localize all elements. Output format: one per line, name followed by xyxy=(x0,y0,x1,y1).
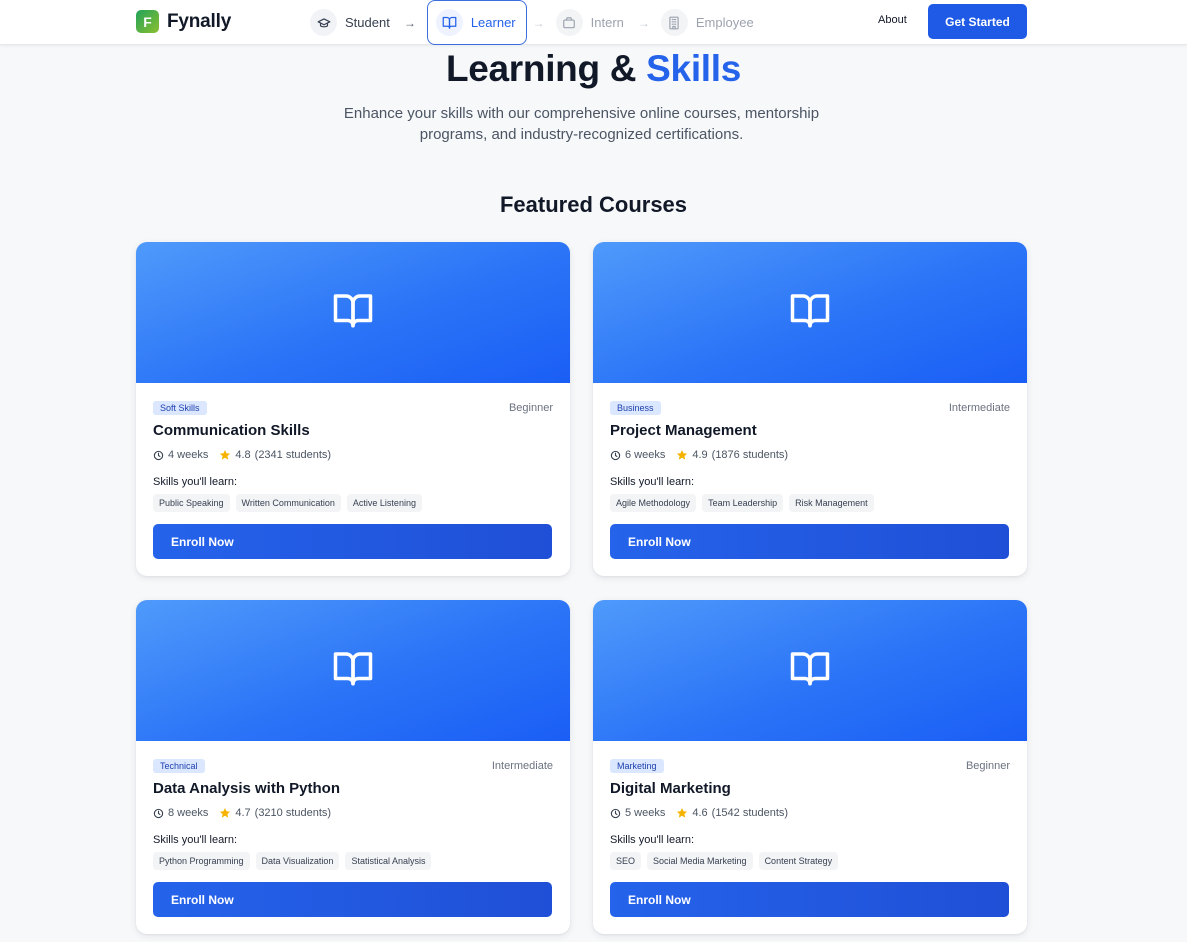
step-label: Intern xyxy=(590,15,624,30)
course-meta: 8 weeks 4.7 (3210 students) xyxy=(153,807,331,819)
course-banner xyxy=(136,600,570,741)
skills-list: Public Speaking Written Communication Acti… xyxy=(153,494,422,512)
skill-chip: Written Communication xyxy=(235,494,341,512)
page-title-accent: Skills xyxy=(646,48,742,89)
clock-icon xyxy=(610,808,621,819)
skill-chip: SEO xyxy=(610,852,642,870)
enroll-now-button[interactable]: Enroll Now xyxy=(153,882,552,917)
clock-icon xyxy=(153,808,164,819)
course-meta: 5 weeks 4.6 (1542 students) xyxy=(610,807,788,819)
rating-value: 4.8 xyxy=(235,449,251,461)
skills-list: SEO Social Media Marketing Content Strateg… xyxy=(610,852,839,870)
course-meta: 4 weeks 4.8 (2341 students) xyxy=(153,449,331,461)
course-card: Technical Intermediate Data Analysis wit… xyxy=(136,600,570,934)
course-banner xyxy=(593,242,1027,383)
level-label: Intermediate xyxy=(491,760,553,772)
skills-list: Agile Methodology Team Leadership Risk Man… xyxy=(610,494,874,512)
graduation-cap-icon xyxy=(310,9,337,36)
category-badge: Business xyxy=(610,401,661,415)
skills-label: Skills you'll learn: xyxy=(610,476,695,488)
duration-text: 5 weeks xyxy=(625,807,666,819)
skills-list: Python Programming Data Visualization Stat… xyxy=(153,852,432,870)
arrow-right-icon: → xyxy=(403,15,416,30)
journey-steps: Student → Learner → Intern → Employee xyxy=(310,0,762,45)
course-meta: 6 weeks 4.9 (1876 students) xyxy=(610,449,788,461)
student-count: (1876 students) xyxy=(711,449,789,461)
skill-chip: Data Visualization xyxy=(255,852,340,870)
course-card: Marketing Beginner Digital Marketing 5 w… xyxy=(593,600,1027,934)
skill-chip: Social Media Marketing xyxy=(647,852,753,870)
student-count: (3210 students) xyxy=(254,807,332,819)
book-open-icon xyxy=(330,289,376,336)
clock-icon xyxy=(610,450,621,461)
duration-text: 6 weeks xyxy=(625,449,666,461)
level-label: Beginner xyxy=(508,402,553,414)
rating-value: 4.7 xyxy=(235,807,251,819)
rating-value: 4.9 xyxy=(692,449,708,461)
category-badge: Technical xyxy=(153,759,205,773)
building-icon xyxy=(660,9,688,36)
arrow-right-icon: → xyxy=(532,15,545,30)
course-banner xyxy=(136,242,570,383)
step-label: Student xyxy=(345,15,390,30)
book-open-icon xyxy=(435,9,463,36)
skill-chip: Active Listening xyxy=(346,494,422,512)
course-title[interactable]: Data Analysis with Python xyxy=(153,780,340,797)
step-intern[interactable]: Intern xyxy=(555,0,632,45)
star-icon xyxy=(219,807,231,819)
arrow-right-icon: → xyxy=(637,15,650,30)
course-title[interactable]: Communication Skills xyxy=(153,422,310,439)
briefcase-icon xyxy=(555,9,583,36)
skill-chip: Python Programming xyxy=(153,852,250,870)
level-label: Intermediate xyxy=(948,402,1010,414)
step-student[interactable]: Student xyxy=(310,0,398,45)
enroll-now-button[interactable]: Enroll Now xyxy=(610,882,1009,917)
skills-label: Skills you'll learn: xyxy=(153,834,238,846)
category-badge: Marketing xyxy=(610,759,664,773)
skill-chip: Risk Management xyxy=(789,494,874,512)
skills-label: Skills you'll learn: xyxy=(610,834,695,846)
student-count: (1542 students) xyxy=(711,807,789,819)
get-started-button[interactable]: Get Started xyxy=(928,4,1027,39)
about-link[interactable]: About xyxy=(878,14,907,26)
student-count: (2341 students) xyxy=(254,449,332,461)
duration-text: 8 weeks xyxy=(168,807,209,819)
step-employee[interactable]: Employee xyxy=(660,0,762,45)
rating-value: 4.6 xyxy=(692,807,708,819)
book-open-icon xyxy=(330,647,376,694)
skill-chip: Content Strategy xyxy=(758,852,839,870)
course-card: Soft Skills Beginner Communication Skill… xyxy=(136,242,570,576)
featured-courses-heading: Featured Courses xyxy=(499,192,688,217)
skill-chip: Statistical Analysis xyxy=(345,852,432,870)
step-learner[interactable]: Learner xyxy=(426,0,527,45)
skill-chip: Agile Methodology xyxy=(610,494,697,512)
clock-icon xyxy=(153,450,164,461)
step-label: Employee xyxy=(695,15,754,30)
star-icon xyxy=(219,449,231,461)
book-open-icon xyxy=(787,289,833,336)
page-title: Learning & Skills xyxy=(0,48,1187,90)
skill-chip: Team Leadership xyxy=(702,494,784,512)
level-label: Beginner xyxy=(965,760,1010,772)
category-badge: Soft Skills xyxy=(153,401,207,415)
course-title[interactable]: Project Management xyxy=(610,422,757,439)
top-navigation-bar: F Fynally Student → Learner → Intern → E… xyxy=(0,0,1187,45)
course-title[interactable]: Digital Marketing xyxy=(610,780,731,797)
duration-text: 4 weeks xyxy=(168,449,209,461)
page-subtitle: Enhance your skills with our comprehensi… xyxy=(343,105,820,143)
course-banner xyxy=(593,600,1027,741)
page-title-main: Learning & xyxy=(445,48,637,89)
book-open-icon xyxy=(787,647,833,694)
star-icon xyxy=(676,807,688,819)
logo-text: Fynally xyxy=(167,10,232,32)
course-card: Business Intermediate Project Management… xyxy=(593,242,1027,576)
logo-mark: F xyxy=(136,10,159,33)
skill-chip: Public Speaking xyxy=(153,494,230,512)
step-label: Learner xyxy=(470,15,516,30)
enroll-now-button[interactable]: Enroll Now xyxy=(153,524,552,559)
star-icon xyxy=(676,449,688,461)
logo[interactable]: F Fynally xyxy=(136,10,231,33)
skills-label: Skills you'll learn: xyxy=(153,476,238,488)
enroll-now-button[interactable]: Enroll Now xyxy=(610,524,1009,559)
